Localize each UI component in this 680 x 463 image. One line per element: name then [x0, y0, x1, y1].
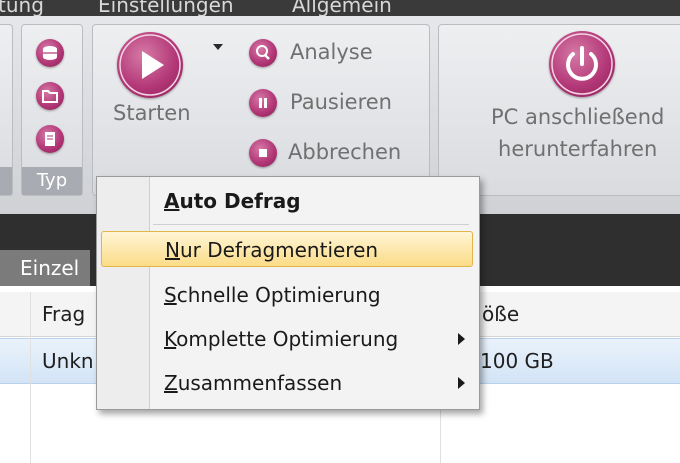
ribbon-group-shutdown: PC anschließend herunterfahren — [438, 24, 680, 196]
menu-item-einstellungen[interactable]: Einstellungen — [98, 0, 234, 16]
column-header-groesse[interactable]: öße — [482, 292, 519, 336]
menu-item-ansicht-tung[interactable]: tung — [0, 0, 44, 16]
tab-einzel[interactable]: Einzel — [0, 250, 90, 286]
start-button-label[interactable]: Starten — [113, 101, 191, 125]
ribbon-group-left-partial — [0, 24, 13, 196]
shutdown-label-line2: herunterfahren — [498, 137, 658, 161]
magnifier-icon[interactable] — [249, 39, 277, 67]
menu-item-zusammenfassen[interactable]: Zusammenfassen — [101, 365, 473, 401]
database-icon[interactable] — [36, 39, 64, 67]
pause-button[interactable]: Pausieren — [290, 90, 392, 114]
ribbon-group-typ: Typ — [21, 24, 83, 196]
folder-icon[interactable] — [36, 82, 64, 110]
ribbon-group-label-typ: Typ — [22, 167, 82, 195]
menu-item-label: Schnelle Optimierung — [164, 283, 381, 307]
table-cell-status: Unkn — [42, 349, 94, 373]
table-cell-size: 100 GB — [480, 349, 554, 373]
menu-bar: tung Einstellungen Allgemein — [0, 0, 680, 16]
analyse-button[interactable]: Analyse — [290, 40, 373, 64]
chevron-down-icon[interactable] — [213, 44, 223, 50]
shutdown-label-line1: PC anschließend — [491, 105, 665, 129]
shutdown-after-button[interactable]: PC anschließend herunterfahren — [491, 101, 664, 165]
start-play-icon[interactable] — [117, 32, 183, 98]
menu-item-label: Auto Defrag — [164, 189, 301, 213]
document-icon[interactable] — [36, 125, 64, 153]
cancel-button[interactable]: Abbrechen — [288, 140, 401, 164]
stop-icon[interactable] — [249, 139, 277, 167]
column-header-fragmentierung[interactable]: Frag — [42, 292, 85, 336]
submenu-arrow-icon — [458, 377, 465, 389]
menu-item-label: Nur Defragmentieren — [165, 238, 379, 262]
menu-item-schnelle-optimierung[interactable]: Schnelle Optimierung — [101, 277, 473, 313]
menu-item-allgemein[interactable]: Allgemein — [292, 0, 392, 16]
submenu-arrow-icon — [458, 333, 465, 345]
menu-item-label: Zusammenfassen — [164, 371, 343, 395]
ribbon-group-actions: Starten Analyse Pausieren Abbrechen — [92, 24, 430, 196]
context-menu: Auto Defrag Nur Defragmentieren Schnelle… — [96, 176, 480, 410]
pause-icon[interactable] — [249, 89, 277, 117]
power-icon[interactable] — [549, 31, 615, 97]
menu-item-nur-defragmentieren[interactable]: Nur Defragmentieren — [101, 231, 473, 267]
menu-separator — [153, 224, 469, 225]
ribbon-group-label-left — [0, 167, 12, 195]
column-divider — [30, 292, 31, 463]
menu-item-auto-defrag[interactable]: Auto Defrag — [101, 183, 473, 219]
menu-item-komplette-optimierung[interactable]: Komplette Optimierung — [101, 321, 473, 357]
menu-item-label: Komplette Optimierung — [164, 327, 399, 351]
